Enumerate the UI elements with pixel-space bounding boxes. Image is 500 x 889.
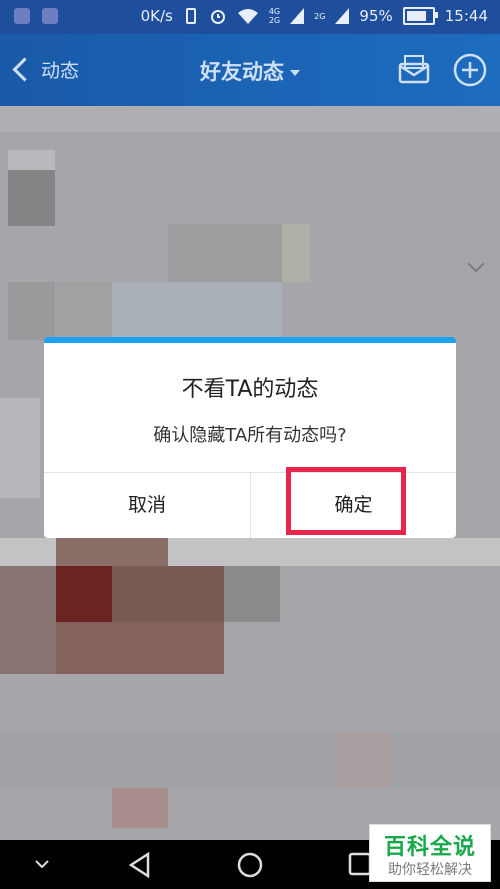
feed-blur-tile [168,224,283,282]
chevron-down-icon[interactable] [34,858,50,870]
signal-4g-label: 4G 2G [268,7,281,25]
feed-blur-tile [112,788,168,828]
feed-blur-tile [56,282,112,340]
watermark-sub: 助你轻松解决 [388,862,472,878]
dialog-accent-bar [44,337,456,343]
watermark-logo: 百科全说 助你轻松解决 [369,824,491,882]
feed-blur-tile [224,566,280,622]
watermark-main: 百科全说 [383,835,476,860]
clock: 15:44 [444,7,488,25]
vibrate-icon [185,8,196,24]
feed-blur-tile [8,170,55,226]
feed-blur-tile [56,622,224,674]
battery-icon [402,7,438,25]
plus-circle-icon[interactable] [452,52,488,88]
status-left-icons [14,8,58,24]
signal-bars-icon [290,8,305,24]
battery-percent: 95% [359,7,393,25]
dialog-message: 确认隐藏TA所有动态吗? [153,425,347,446]
feed-blur-tile [0,566,56,674]
network-speed: 0K/s [140,7,173,25]
confirm-button-highlight [286,467,406,535]
page-title-text: 好友动态 [200,60,284,84]
home-circle-icon[interactable] [237,852,263,878]
feed-blur-tile [0,106,500,132]
chevron-down-icon[interactable] [467,255,485,273]
feed-blur-tile [112,566,224,622]
caret-down-icon [290,70,300,76]
feed-blur-tile [0,732,500,788]
notification-icon [14,8,30,24]
signal-bars-icon-2 [335,8,350,24]
signal-2g-label: 2G [314,11,326,21]
dialog-title: 不看TA的动态 [181,377,319,402]
status-right: 0K/s 4G 2G 2G 95% 15:44 [141,7,488,25]
cancel-button[interactable]: 取消 [44,473,250,538]
feed-blur-tile [56,538,168,566]
feed-blur-tile [56,566,112,622]
title-bar: 动态 好友动态 [0,34,500,106]
feed-blur-tile [282,224,310,282]
battery-fill [406,11,426,21]
alarm-icon [210,10,225,24]
back-triangle-icon[interactable] [128,852,152,878]
status-bar: 0K/s 4G 2G 2G 95% 15:44 [0,0,500,34]
gallery-notification-icon [42,8,58,24]
feed-blur-tile [336,732,392,788]
mail-icon[interactable] [396,52,432,88]
feed-blur-tile [0,398,40,498]
feed-blur-tile [112,282,282,340]
wifi-icon [237,9,258,24]
feed-blur-tile [8,282,55,340]
